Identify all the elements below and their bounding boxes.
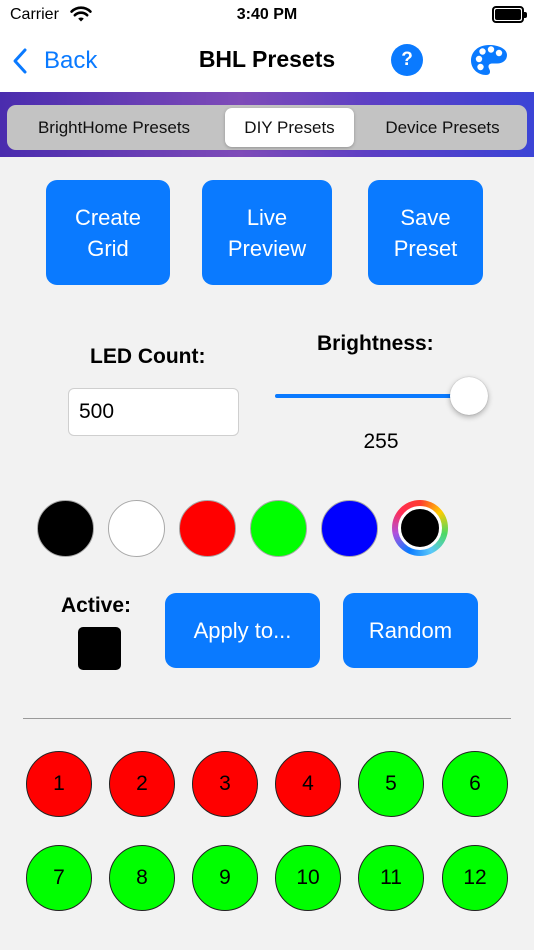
- create-grid-button[interactable]: Create Grid: [46, 180, 170, 285]
- clock: 3:40 PM: [236, 6, 298, 23]
- battery-icon: [492, 6, 527, 23]
- led-button[interactable]: 9: [192, 845, 258, 911]
- led-count-input[interactable]: [68, 388, 239, 436]
- chevron-left-icon: [13, 48, 27, 74]
- led-button[interactable]: 10: [275, 845, 341, 911]
- preset-tabs-band: BrightHome Presets DIY Presets Device Pr…: [0, 92, 534, 157]
- status-bar: Carrier 3:40 PM: [0, 0, 534, 32]
- palette-icon[interactable]: [470, 43, 508, 77]
- brightness-slider-thumb[interactable]: [450, 377, 488, 415]
- active-color-swatch: [78, 627, 121, 670]
- led-count-label: LED Count:: [90, 345, 206, 368]
- navigation-bar: Back BHL Presets ?: [0, 32, 534, 92]
- question-mark-icon: ?: [401, 49, 413, 70]
- led-button[interactable]: 2: [109, 751, 175, 817]
- apply-to-button[interactable]: Apply to...: [165, 593, 320, 668]
- swatch-white[interactable]: [108, 500, 165, 557]
- active-color-label: Active:: [61, 594, 132, 617]
- led-button[interactable]: 6: [442, 751, 508, 817]
- led-button[interactable]: 11: [358, 845, 424, 911]
- preset-segmented-control: BrightHome Presets DIY Presets Device Pr…: [7, 105, 527, 150]
- brightness-label: Brightness:: [317, 332, 434, 355]
- live-preview-button[interactable]: Live Preview: [202, 180, 332, 285]
- led-button[interactable]: 12: [442, 845, 508, 911]
- led-button[interactable]: 4: [275, 751, 341, 817]
- swatch-black[interactable]: [37, 500, 94, 557]
- create-grid-label: Create Grid: [74, 204, 142, 261]
- back-label: Back: [44, 47, 98, 74]
- brightness-value: 255: [363, 430, 399, 453]
- random-button[interactable]: Random: [343, 593, 478, 668]
- led-button[interactable]: 8: [109, 845, 175, 911]
- help-button[interactable]: ?: [391, 44, 423, 76]
- custom-color-picker-icon[interactable]: [392, 500, 448, 556]
- swatch-green[interactable]: [250, 500, 307, 557]
- tab-device-presets[interactable]: Device Presets: [362, 108, 523, 147]
- save-preset-button[interactable]: Save Preset: [368, 180, 483, 285]
- led-button[interactable]: 7: [26, 845, 92, 911]
- swatch-red[interactable]: [179, 500, 236, 557]
- tab-diy-presets[interactable]: DIY Presets: [225, 108, 354, 147]
- swatch-blue[interactable]: [321, 500, 378, 557]
- led-button[interactable]: 5: [358, 751, 424, 817]
- led-button[interactable]: 1: [26, 751, 92, 817]
- save-preset-label: Save Preset: [393, 204, 458, 261]
- back-button[interactable]: Back: [12, 44, 97, 78]
- led-button[interactable]: 3: [192, 751, 258, 817]
- section-divider: [23, 718, 511, 719]
- tab-brighthome-presets[interactable]: BrightHome Presets: [11, 108, 217, 147]
- live-preview-label: Live Preview: [227, 204, 307, 261]
- brightness-slider-track[interactable]: [275, 394, 469, 398]
